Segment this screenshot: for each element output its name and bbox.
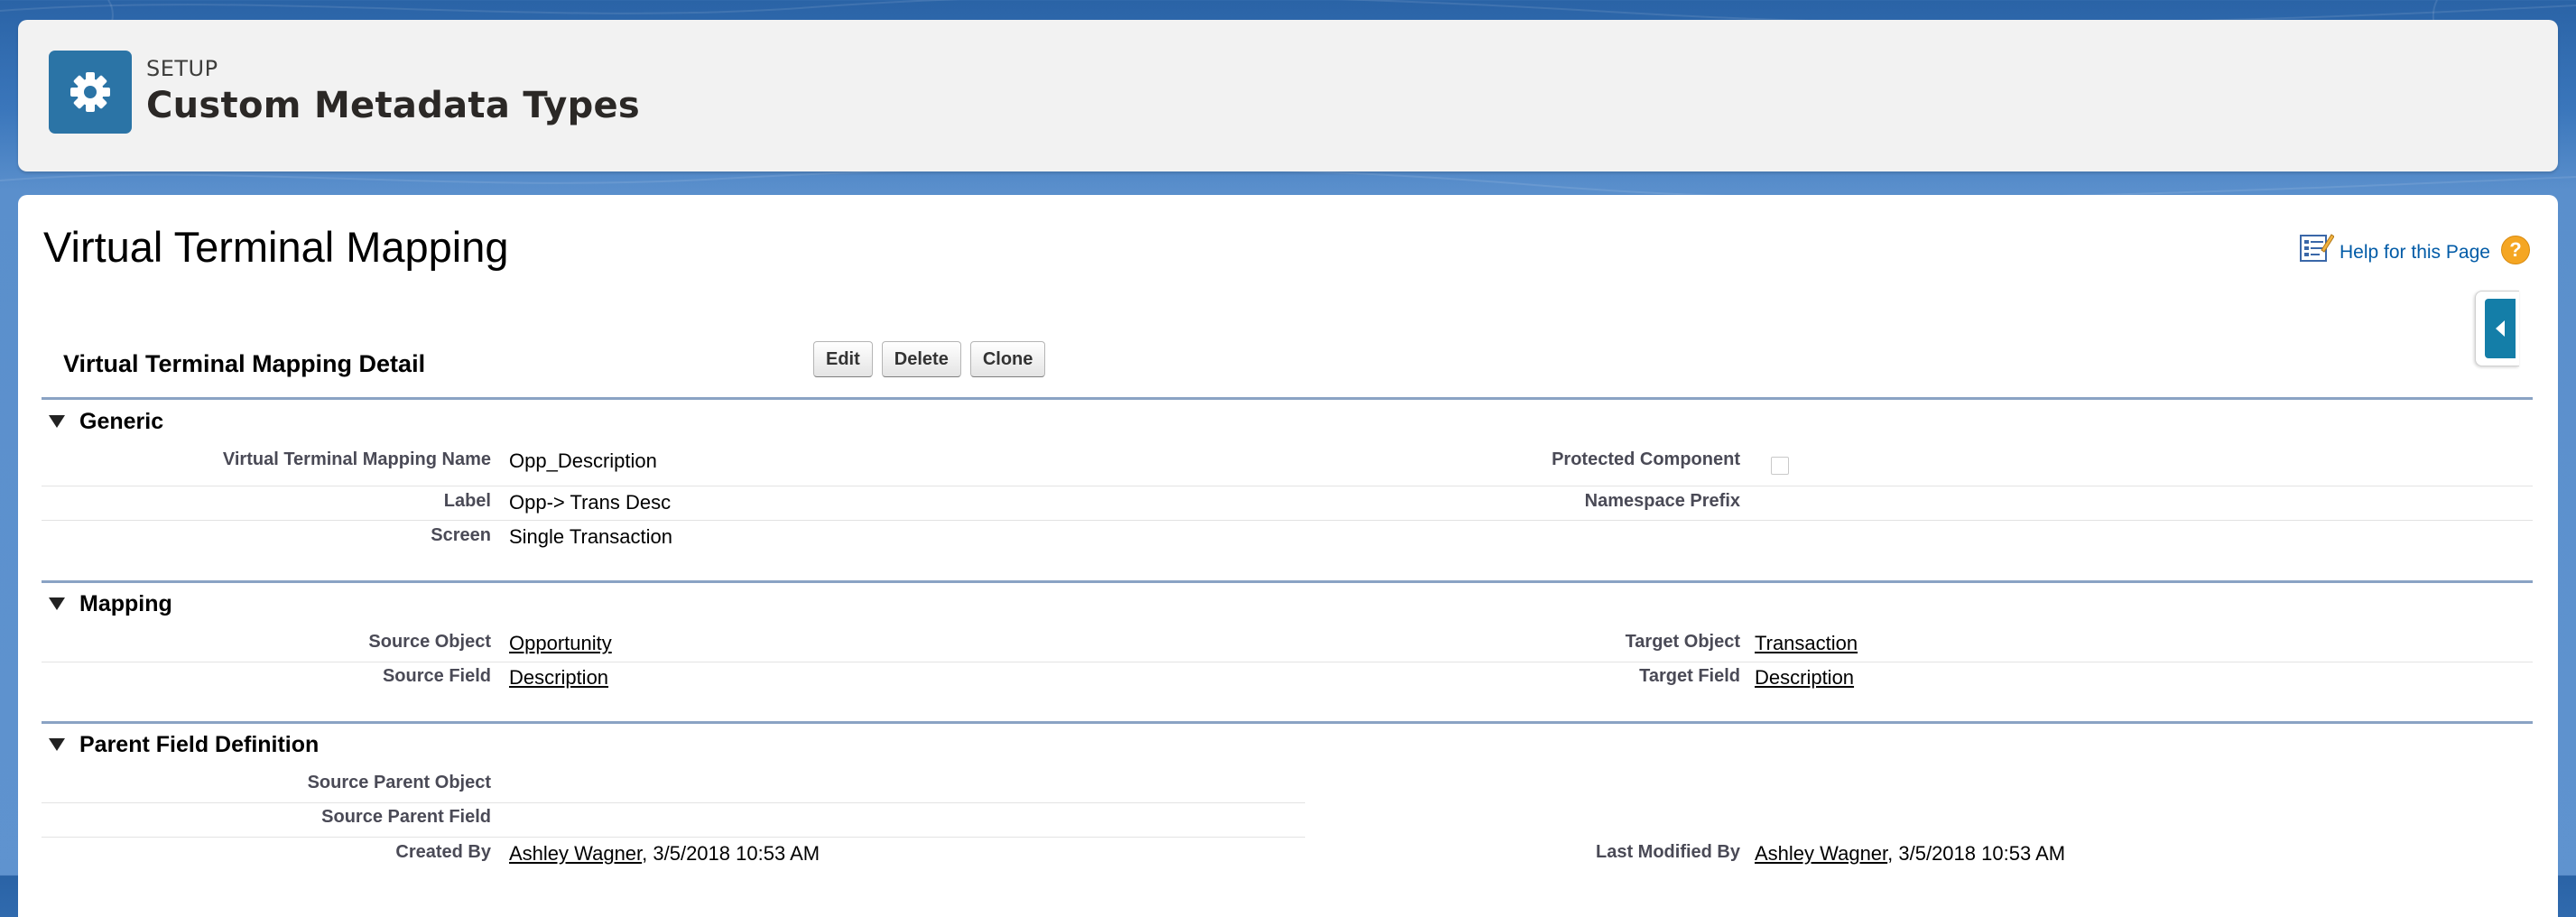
row-divider xyxy=(42,520,2533,521)
collapse-triangle-icon xyxy=(49,415,65,428)
section-divider xyxy=(42,580,2533,583)
section-generic-toggle[interactable]: Generic xyxy=(42,406,163,437)
target-field-link[interactable]: Description xyxy=(1755,666,1854,689)
source-parent-object-label: Source Parent Object xyxy=(307,773,491,792)
source-object-label: Source Object xyxy=(368,632,491,652)
source-parent-field-label: Source Parent Field xyxy=(321,807,491,827)
source-object-value: Opportunity xyxy=(509,632,612,655)
namespace-prefix-label: Namespace Prefix xyxy=(1584,491,1740,511)
target-object-value: Transaction xyxy=(1755,632,1858,655)
row-divider xyxy=(42,837,1305,838)
section-parent-toggle[interactable]: Parent Field Definition xyxy=(42,729,319,760)
page-title: Virtual Terminal Mapping xyxy=(43,223,509,271)
detail-title: Virtual Terminal Mapping Detail xyxy=(63,350,426,377)
collapse-left-icon xyxy=(2485,299,2516,358)
header-title: Custom Metadata Types xyxy=(146,85,641,126)
clone-button[interactable]: Clone xyxy=(969,341,1046,377)
detail-page: Virtual Terminal Mapping Help for this P… xyxy=(18,195,2558,917)
protected-component-checkbox xyxy=(1771,457,1789,475)
created-by-date: , 3/5/2018 10:53 AM xyxy=(642,842,820,865)
detail-header: Virtual Terminal Mapping Detail Edit Del… xyxy=(42,339,2533,400)
gear-icon xyxy=(49,51,132,134)
collapse-triangle-icon xyxy=(49,597,65,610)
question-icon[interactable]: ? xyxy=(2500,236,2530,264)
help-link-text[interactable]: Help for this Page xyxy=(2340,242,2490,264)
source-field-value: Description xyxy=(509,666,608,690)
edit-button[interactable]: Edit xyxy=(813,341,873,377)
setup-header: SETUP Custom Metadata Types xyxy=(18,20,2558,171)
last-modified-by-value: Ashley Wagner, 3/5/2018 10:53 AM xyxy=(1755,842,2065,866)
vtm-name-value: Opp_Description xyxy=(509,449,657,472)
last-modified-by-label: Last Modified By xyxy=(1595,842,1740,862)
screen-value: Single Transaction xyxy=(509,525,672,548)
target-field-label: Target Field xyxy=(1639,666,1740,686)
help-doc-icon xyxy=(2300,232,2335,263)
section-generic-title: Generic xyxy=(79,408,164,434)
row-divider xyxy=(42,802,1305,803)
target-object-link[interactable]: Transaction xyxy=(1755,632,1858,654)
created-by-value: Ashley Wagner, 3/5/2018 10:53 AM xyxy=(509,842,820,866)
collapse-triangle-icon xyxy=(49,738,65,751)
source-field-link[interactable]: Description xyxy=(509,666,608,689)
protected-component-label: Protected Component xyxy=(1552,449,1740,469)
source-object-link[interactable]: Opportunity xyxy=(509,632,612,654)
header-eyebrow: SETUP xyxy=(146,56,218,81)
label-value: Opp-> Trans Desc xyxy=(509,491,672,514)
modified-by-user-link[interactable]: Ashley Wagner xyxy=(1755,842,1887,865)
help-link[interactable]: Help for this Page ? xyxy=(2300,229,2530,265)
vtm-name-label: Virtual Terminal Mapping Name xyxy=(222,449,491,469)
sidebar-toggle-tab[interactable] xyxy=(2475,291,2519,366)
created-by-user-link[interactable]: Ashley Wagner xyxy=(509,842,642,865)
modified-by-date: , 3/5/2018 10:53 AM xyxy=(1887,842,2066,865)
target-object-label: Target Object xyxy=(1625,632,1740,652)
source-field-label: Source Field xyxy=(382,666,491,686)
section-divider xyxy=(42,721,2533,724)
section-parent-title: Parent Field Definition xyxy=(79,731,320,757)
detail-button-group: Edit Delete Clone xyxy=(813,341,1046,377)
delete-button[interactable]: Delete xyxy=(881,341,961,377)
target-field-value: Description xyxy=(1755,666,1854,690)
created-by-label: Created By xyxy=(395,842,491,862)
screen-label: Screen xyxy=(431,525,491,545)
section-mapping-toggle[interactable]: Mapping xyxy=(42,588,172,619)
section-mapping-title: Mapping xyxy=(79,590,172,616)
label-label: Label xyxy=(443,491,491,511)
